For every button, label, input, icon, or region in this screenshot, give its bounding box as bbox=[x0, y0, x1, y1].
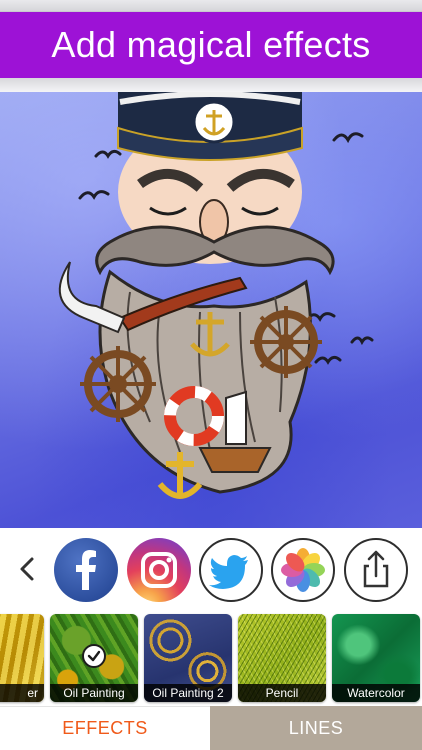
sailor-illustration bbox=[58, 92, 374, 499]
effect-tile-partial[interactable]: er bbox=[0, 614, 44, 702]
banner-shadow bbox=[0, 78, 422, 92]
checkmark-icon bbox=[82, 644, 106, 668]
twitter-share-button[interactable] bbox=[199, 538, 263, 602]
effect-label: Pencil bbox=[238, 684, 326, 702]
bottom-tabs: EFFECTS LINES bbox=[0, 706, 422, 750]
effect-tile-pencil[interactable]: Pencil bbox=[238, 614, 326, 702]
tab-lines[interactable]: LINES bbox=[210, 706, 422, 750]
artwork-canvas[interactable] bbox=[0, 92, 422, 528]
facebook-icon bbox=[76, 550, 96, 590]
facebook-share-button[interactable] bbox=[54, 538, 118, 602]
share-icon bbox=[363, 550, 389, 588]
photos-share-button[interactable] bbox=[271, 538, 335, 602]
status-strip bbox=[0, 0, 422, 12]
effects-carousel[interactable]: er Oil Painting Oil Painting 2 Pencil Wa… bbox=[0, 610, 422, 706]
instagram-share-button[interactable] bbox=[127, 538, 191, 602]
effect-label: Oil Painting 2 bbox=[144, 684, 232, 702]
share-bar bbox=[0, 528, 422, 610]
ship-wheel-left bbox=[80, 346, 156, 422]
effect-label: Oil Painting bbox=[50, 684, 138, 702]
tab-effects[interactable]: EFFECTS bbox=[0, 706, 210, 750]
chevron-left-icon[interactable] bbox=[14, 554, 40, 584]
photos-icon bbox=[281, 548, 325, 592]
effect-tile-oil-painting[interactable]: Oil Painting bbox=[50, 614, 138, 702]
system-share-button[interactable] bbox=[344, 538, 408, 602]
effect-tile-watercolor[interactable]: Watercolor bbox=[332, 614, 420, 702]
instagram-icon bbox=[141, 552, 177, 588]
twitter-icon bbox=[209, 555, 248, 589]
effect-tile-oil-painting-2[interactable]: Oil Painting 2 bbox=[144, 614, 232, 702]
effect-label: Watercolor bbox=[332, 684, 420, 702]
banner-title: Add magical effects bbox=[51, 24, 371, 65]
promo-banner: Add magical effects bbox=[0, 12, 422, 78]
effect-label: er bbox=[0, 684, 44, 702]
